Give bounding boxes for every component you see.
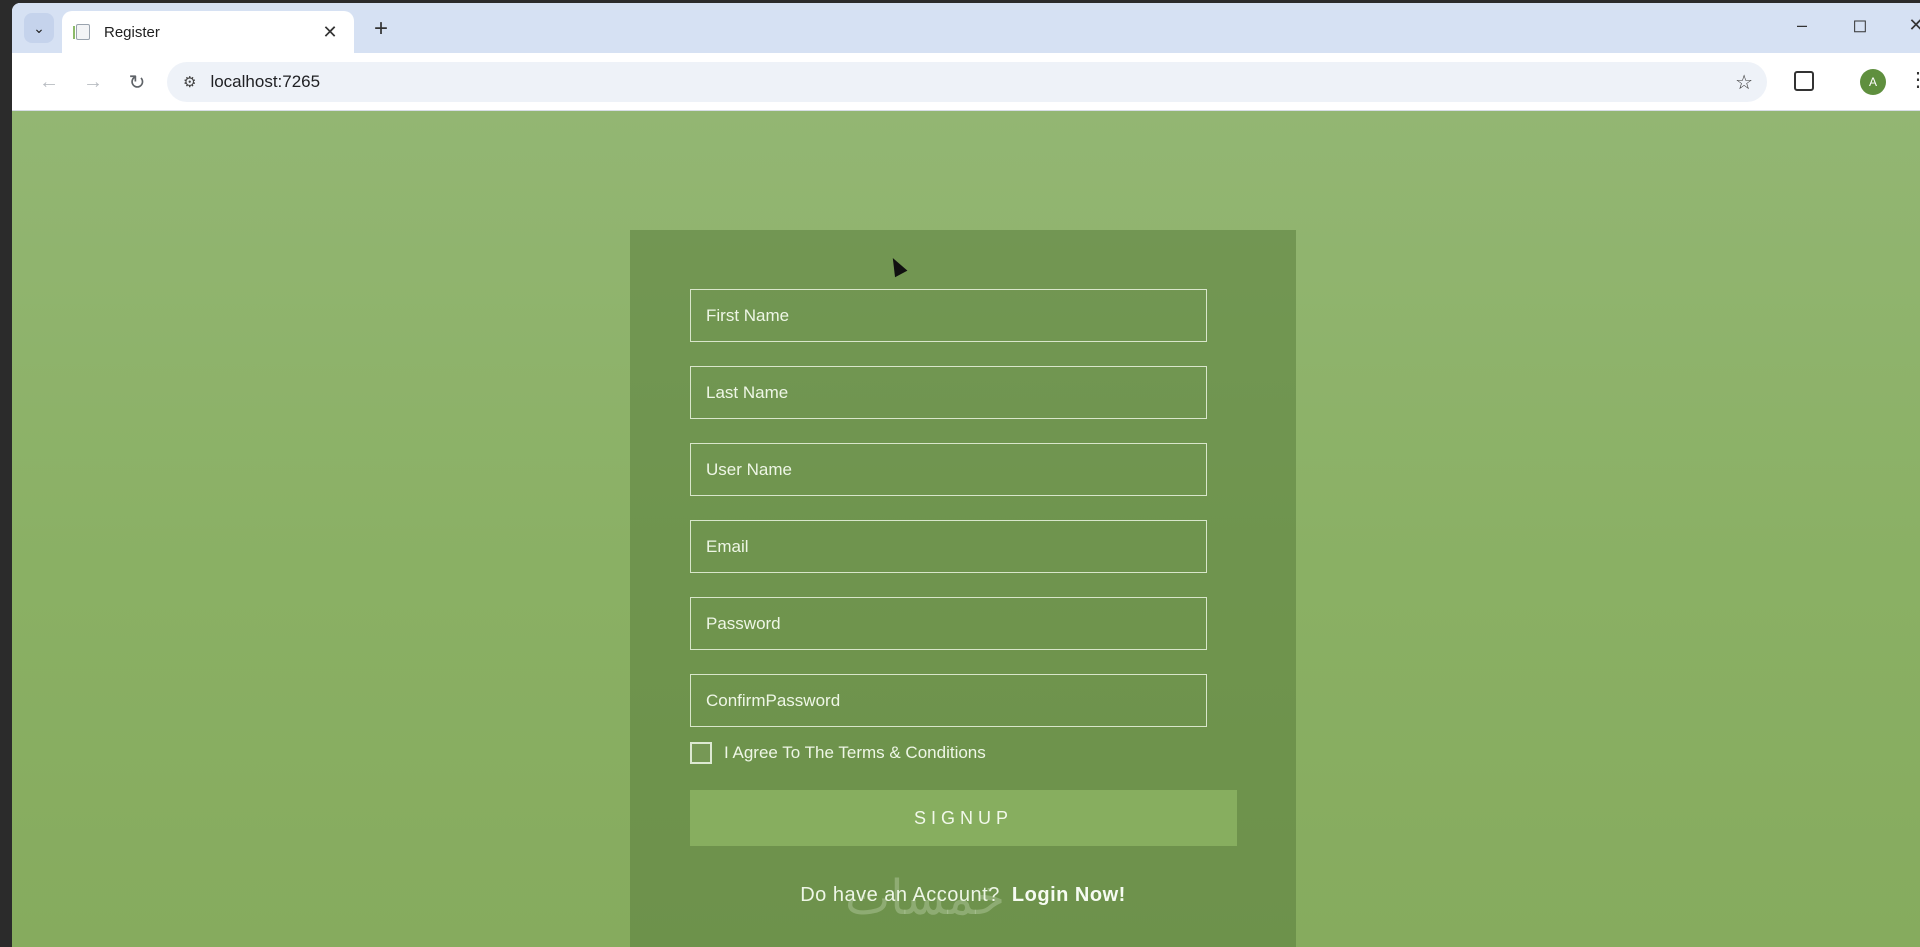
page-content: I Agree To The Terms & Conditions SIGNUP… xyxy=(12,111,1920,947)
last-name-input[interactable] xyxy=(690,366,1207,419)
tab-title: Register xyxy=(104,23,160,41)
page-favicon-icon xyxy=(73,24,90,40)
url-text[interactable]: localhost:7265 xyxy=(210,72,320,92)
terms-row: I Agree To The Terms & Conditions xyxy=(690,742,986,764)
confirm-password-input[interactable] xyxy=(690,674,1207,727)
first-name-input[interactable] xyxy=(690,289,1207,342)
browser-toolbar: ← → ↻ ⚙ localhost:7265 ☆ A ⋮ xyxy=(12,53,1920,111)
avatar[interactable]: A xyxy=(1860,69,1886,95)
arrow-left-icon[interactable]: ← xyxy=(34,67,64,97)
login-now-link[interactable]: Login Now! xyxy=(1012,884,1126,906)
login-prompt-row: Do have an Account? Login Now! xyxy=(630,884,1296,907)
email-input[interactable] xyxy=(690,520,1207,573)
vertical-dots-icon[interactable]: ⋮ xyxy=(1908,67,1920,92)
puzzle-icon[interactable] xyxy=(1794,71,1814,91)
address-bar[interactable]: ⚙ localhost:7265 ☆ xyxy=(167,62,1767,102)
terms-checkbox[interactable] xyxy=(690,742,712,764)
star-icon[interactable]: ☆ xyxy=(1735,70,1753,95)
close-icon[interactable]: ✕ xyxy=(320,22,340,43)
tab-register[interactable]: Register ✕ xyxy=(62,11,354,53)
reload-icon[interactable]: ↻ xyxy=(122,67,152,97)
chevron-down-icon[interactable]: ⌄ xyxy=(24,13,54,43)
terms-label[interactable]: I Agree To The Terms & Conditions xyxy=(724,743,986,763)
plus-icon[interactable]: + xyxy=(368,15,394,43)
user-name-input[interactable] xyxy=(690,443,1207,496)
maximize-icon[interactable]: ◻ xyxy=(1848,15,1872,36)
arrow-right-icon[interactable]: → xyxy=(78,67,108,97)
signup-button[interactable]: SIGNUP xyxy=(690,790,1237,846)
tune-icon[interactable]: ⚙ xyxy=(183,73,196,91)
window-close-icon[interactable]: ✕ xyxy=(1904,15,1920,36)
minimize-icon[interactable]: – xyxy=(1790,15,1814,36)
login-prompt-text: Do have an Account? xyxy=(800,884,1000,906)
tab-strip: ⌄ Register ✕ + – ◻ ✕ xyxy=(12,3,1920,53)
browser-window: ⌄ Register ✕ + – ◻ ✕ ← → ↻ ⚙ localhost:7… xyxy=(12,3,1920,947)
register-card: I Agree To The Terms & Conditions SIGNUP… xyxy=(630,230,1296,947)
password-input[interactable] xyxy=(690,597,1207,650)
